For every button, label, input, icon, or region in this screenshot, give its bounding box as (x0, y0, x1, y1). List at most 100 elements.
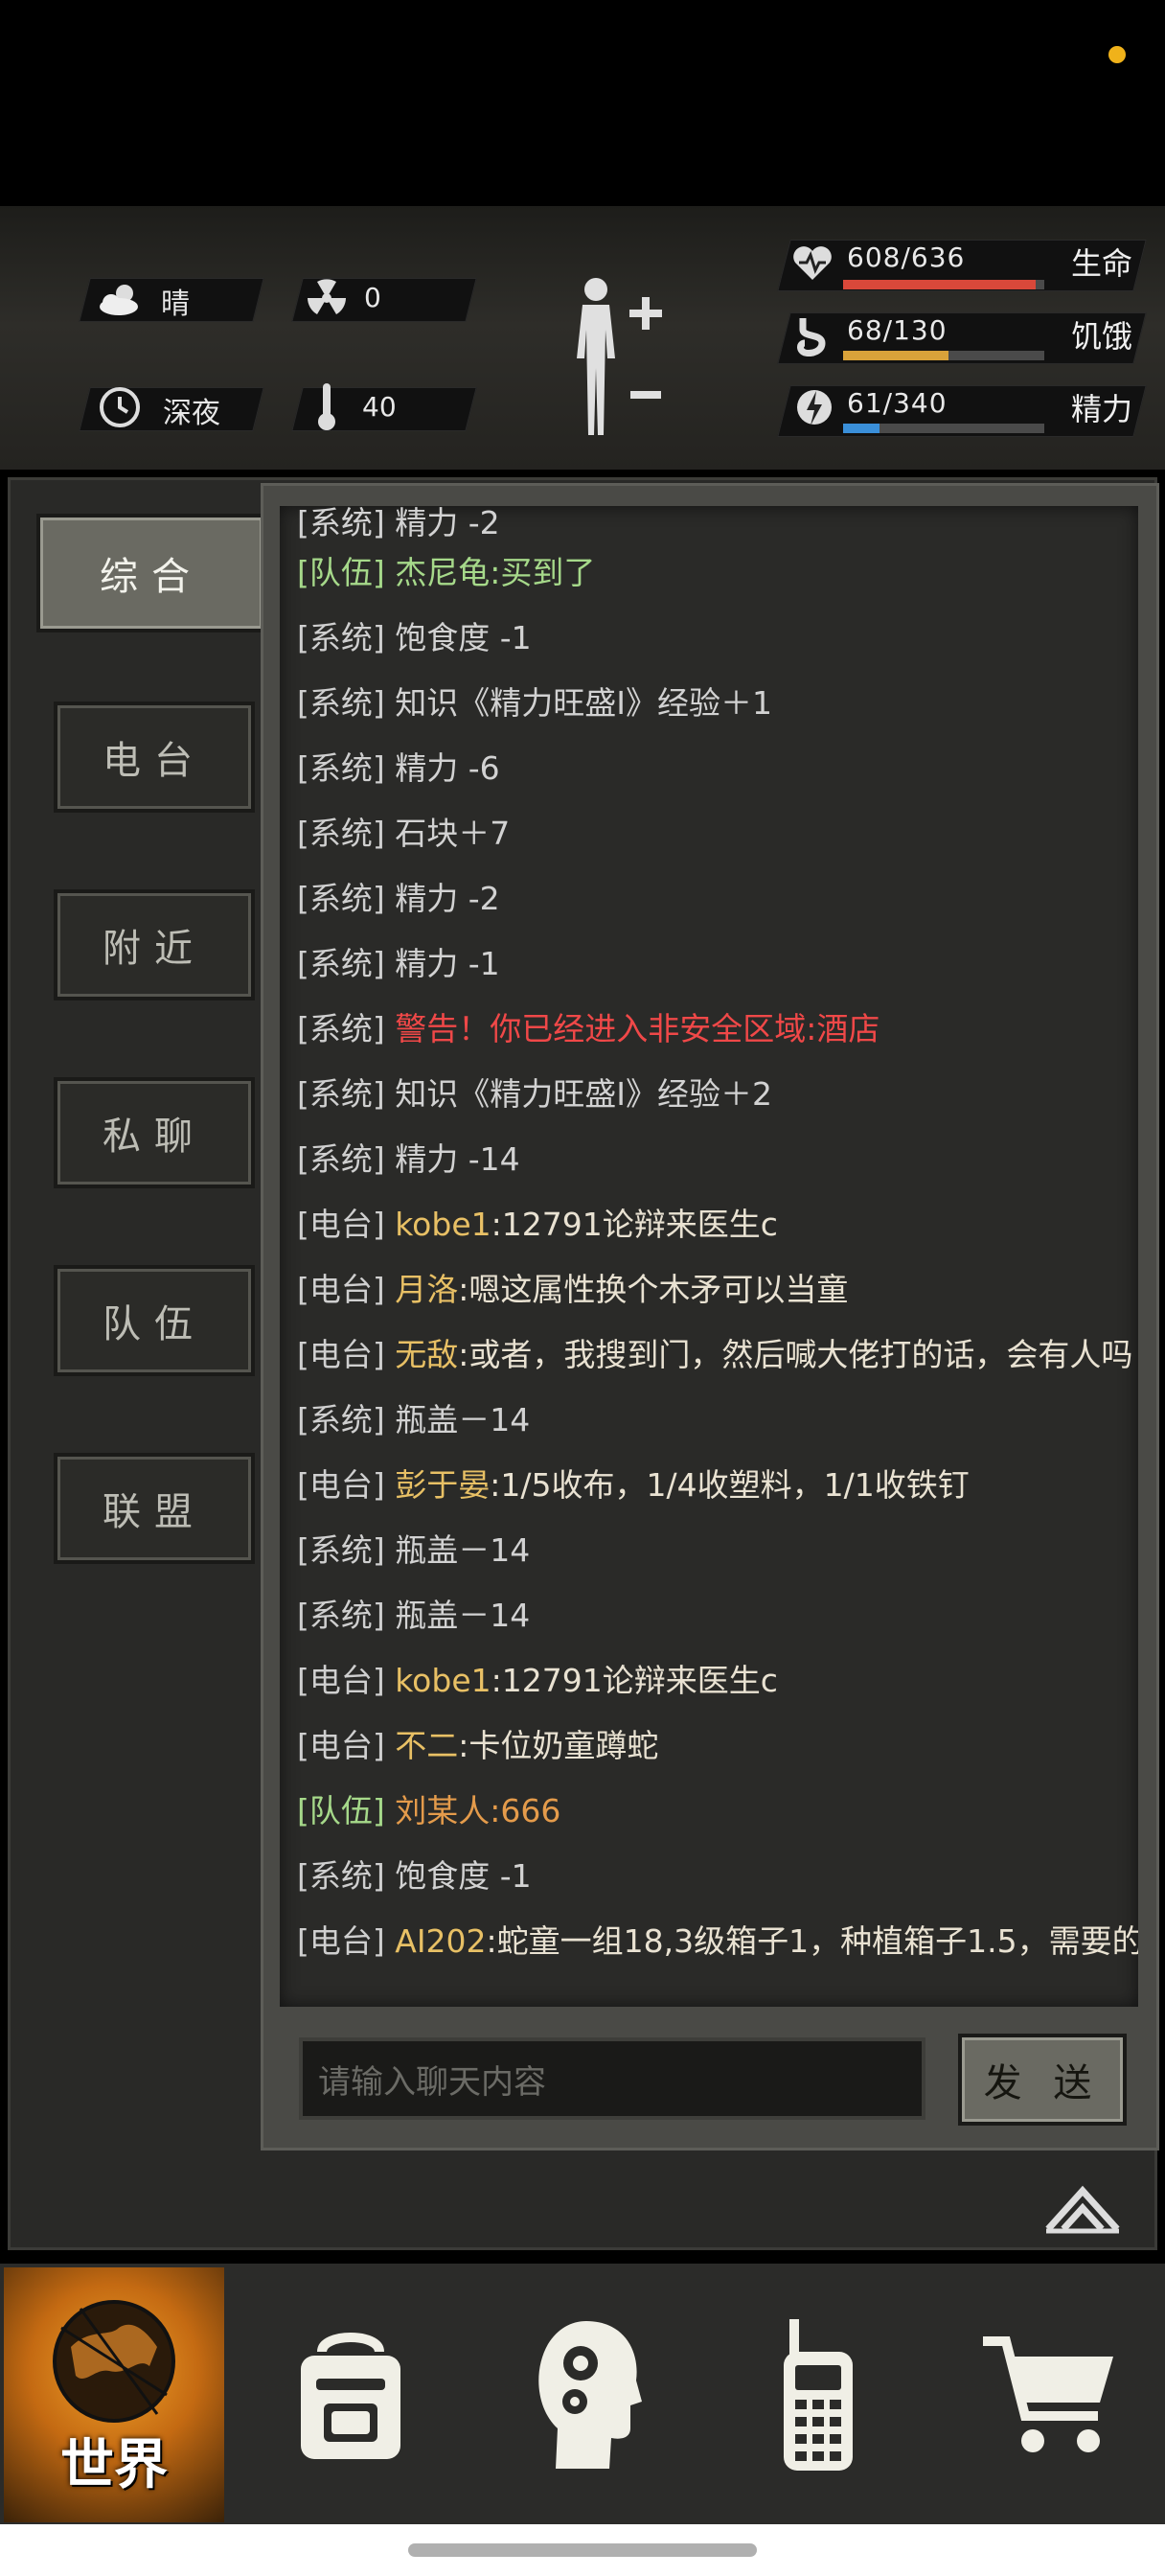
tab-private[interactable]: 私聊 (54, 1077, 255, 1188)
heart-icon (791, 243, 834, 286)
chat-log[interactable]: [系统] 精力 -2 [队伍] 杰尼龟:买到了 [系统] 饱食度 -1 [系统] 知… (280, 506, 1138, 2007)
health-bar-fill (843, 280, 1036, 289)
radiation-value: 0 (364, 282, 381, 313)
chat-channel-tag: [电台] (297, 1662, 385, 1699)
energy-bolt-icon (795, 383, 834, 435)
chat-channel-tag: [系统] (297, 1010, 385, 1047)
nav-backpack-button[interactable] (240, 2267, 462, 2522)
chat-message-text: :卡位奶童蹲蛇 (458, 1727, 659, 1764)
chat-line: [系统] 精力 -1 (297, 941, 500, 987)
nav-radio-button[interactable] (707, 2267, 929, 2522)
temperature-value: 40 (362, 391, 397, 423)
nav-skills-button[interactable] (475, 2267, 697, 2522)
chat-message-text: 饱食度 -1 (395, 1857, 532, 1895)
status-bar (0, 0, 1165, 206)
weather-text: 晴 (161, 288, 190, 321)
hunger-value: 68/130 (847, 314, 948, 346)
chat-line: [队伍] 刘某人:666 (297, 1788, 560, 1834)
chat-channel-tag: [系统] (297, 1401, 385, 1438)
nav-world-button[interactable]: 世界 (4, 2267, 224, 2522)
home-indicator[interactable] (408, 2543, 757, 2557)
energy-value: 61/340 (847, 387, 948, 419)
chat-channel-tag: [电台] (297, 1206, 385, 1243)
tab-team[interactable]: 队伍 (54, 1265, 255, 1376)
chat-message-text: 精力 -14 (395, 1140, 520, 1178)
hunger-bar-fill (843, 351, 948, 360)
chat-channel-tag: [队伍] (297, 1792, 385, 1829)
tab-alliance[interactable]: 联盟 (54, 1453, 255, 1564)
send-button[interactable]: 发 送 (958, 2034, 1127, 2126)
chat-line: [电台] 无敌:或者，我搜到门，然后喊大佬打的话，会有人吗 (297, 1332, 1132, 1378)
chat-channel-tag: [系统] (297, 880, 385, 917)
cart-icon (983, 2336, 1113, 2452)
chat-sender[interactable]: 刘某人 (395, 1792, 490, 1829)
chat-line: [系统] 瓶盖－14 (297, 1528, 530, 1574)
chat-line: [队伍] 杰尼龟:买到了 (297, 550, 595, 596)
radiation-icon (305, 276, 349, 320)
chat-sender[interactable]: 彭于晏 (395, 1466, 490, 1504)
skills-head-icon (538, 2321, 642, 2469)
chat-line: [系统] 知识《精力旺盛Ⅰ》经验＋1 (297, 680, 772, 726)
tab-radio[interactable]: 电台 (54, 702, 255, 813)
chat-channel-tag: [电台] (297, 1922, 385, 1960)
chat-channel-tag: [系统] (297, 1075, 385, 1113)
chat-line: [电台] kobe1:12791论辩来医生c (297, 1658, 778, 1704)
chat-message-text: 饱食度 -1 (395, 619, 532, 656)
thermometer-icon (312, 380, 341, 433)
chat-channel-tag: [系统] (297, 749, 385, 787)
chat-channel-tag: [系统] (297, 1857, 385, 1895)
character-body-icon[interactable] (561, 272, 676, 448)
stomach-icon (795, 314, 830, 360)
energy-label: 精力 (1071, 391, 1133, 427)
energy-bar (843, 424, 1044, 433)
status-indicator-dot (1108, 46, 1126, 63)
chat-sender[interactable]: 不二 (395, 1727, 458, 1764)
chat-message-text: :或者，我搜到门，然后喊大佬打的话，会有人吗 (458, 1336, 1133, 1373)
chat-channel-tag: [系统] (297, 684, 385, 722)
chat-sender[interactable]: 月洛 (395, 1271, 458, 1308)
chat-line: [电台] 月洛:嗯这属性换个木矛可以当童 (297, 1267, 848, 1313)
chat-line: [系统] 瓶盖－14 (297, 1397, 530, 1443)
chat-line: [电台] AI202:蛇童一组18,3级箱子1，种植箱子1.5，需要的加 (297, 1919, 1138, 1965)
chat-line: [系统] 警告！你已经进入非安全区域:酒店 (297, 1006, 879, 1052)
scroll-up-chevron-icon[interactable] (1042, 2177, 1123, 2235)
chat-sender[interactable]: kobe1 (395, 1662, 491, 1699)
chat-message-text: 杰尼龟:买到了 (395, 554, 596, 591)
chat-sender[interactable]: 无敌 (395, 1336, 458, 1373)
chat-sender[interactable]: AI202 (395, 1922, 486, 1960)
chat-channel-tag: [系统] (297, 945, 385, 982)
health-bar (843, 280, 1044, 289)
hunger-label: 饥饿 (1071, 318, 1133, 355)
chat-line: [系统] 精力 -14 (297, 1137, 520, 1183)
chat-line: [系统] 石块＋7 (297, 811, 510, 857)
chat-channel-tag: [电台] (297, 1466, 385, 1504)
chat-message-text: 精力 -2 (395, 880, 500, 917)
chat-channel-tag: [系统] (297, 815, 385, 852)
nav-shop-button[interactable] (939, 2267, 1159, 2522)
chat-input[interactable]: 请输入聊天内容 (299, 2037, 925, 2120)
chat-message-text: 瓶盖－14 (395, 1597, 531, 1634)
chat-channel-tag: [队伍] (297, 554, 385, 591)
chat-message-text: 精力 -1 (395, 945, 500, 982)
chat-line-partial: [系统] 精力 -2 (297, 506, 500, 541)
chat-line: [系统] 精力 -6 (297, 746, 500, 792)
chat-sender[interactable]: kobe1 (395, 1206, 491, 1243)
chat-message-text: :666 (490, 1792, 561, 1829)
chat-line: [系统] 瓶盖－14 (297, 1593, 530, 1639)
chat-line: [电台] 不二:卡位奶童蹲蛇 (297, 1723, 658, 1769)
clock-icon (98, 385, 142, 429)
globe-icon (53, 2300, 175, 2423)
nav-world-label: 世界 (60, 2434, 168, 2496)
chat-message-text: :1/5收布，1/4收塑料，1/1收铁钉 (490, 1466, 970, 1504)
chat-message-text: :蛇童一组18,3级箱子1，种植箱子1.5，需要的加 (486, 1922, 1138, 1960)
chat-message-text: 知识《精力旺盛Ⅰ》经验＋2 (395, 1075, 772, 1113)
chat-message-text: :12791论辩来医生c (491, 1206, 778, 1243)
time-of-day-text: 深夜 (163, 397, 220, 430)
chat-line: [系统] 饱食度 -1 (297, 1853, 532, 1899)
chat-message-text: :嗯这属性换个木矛可以当童 (458, 1271, 849, 1308)
chat-message-text: 瓶盖－14 (395, 1531, 531, 1569)
health-value: 608/636 (847, 242, 966, 273)
tab-nearby[interactable]: 附近 (54, 889, 255, 1000)
tab-general[interactable]: 综合 (36, 514, 266, 632)
chat-channel-tag: [系统] (297, 1531, 385, 1569)
